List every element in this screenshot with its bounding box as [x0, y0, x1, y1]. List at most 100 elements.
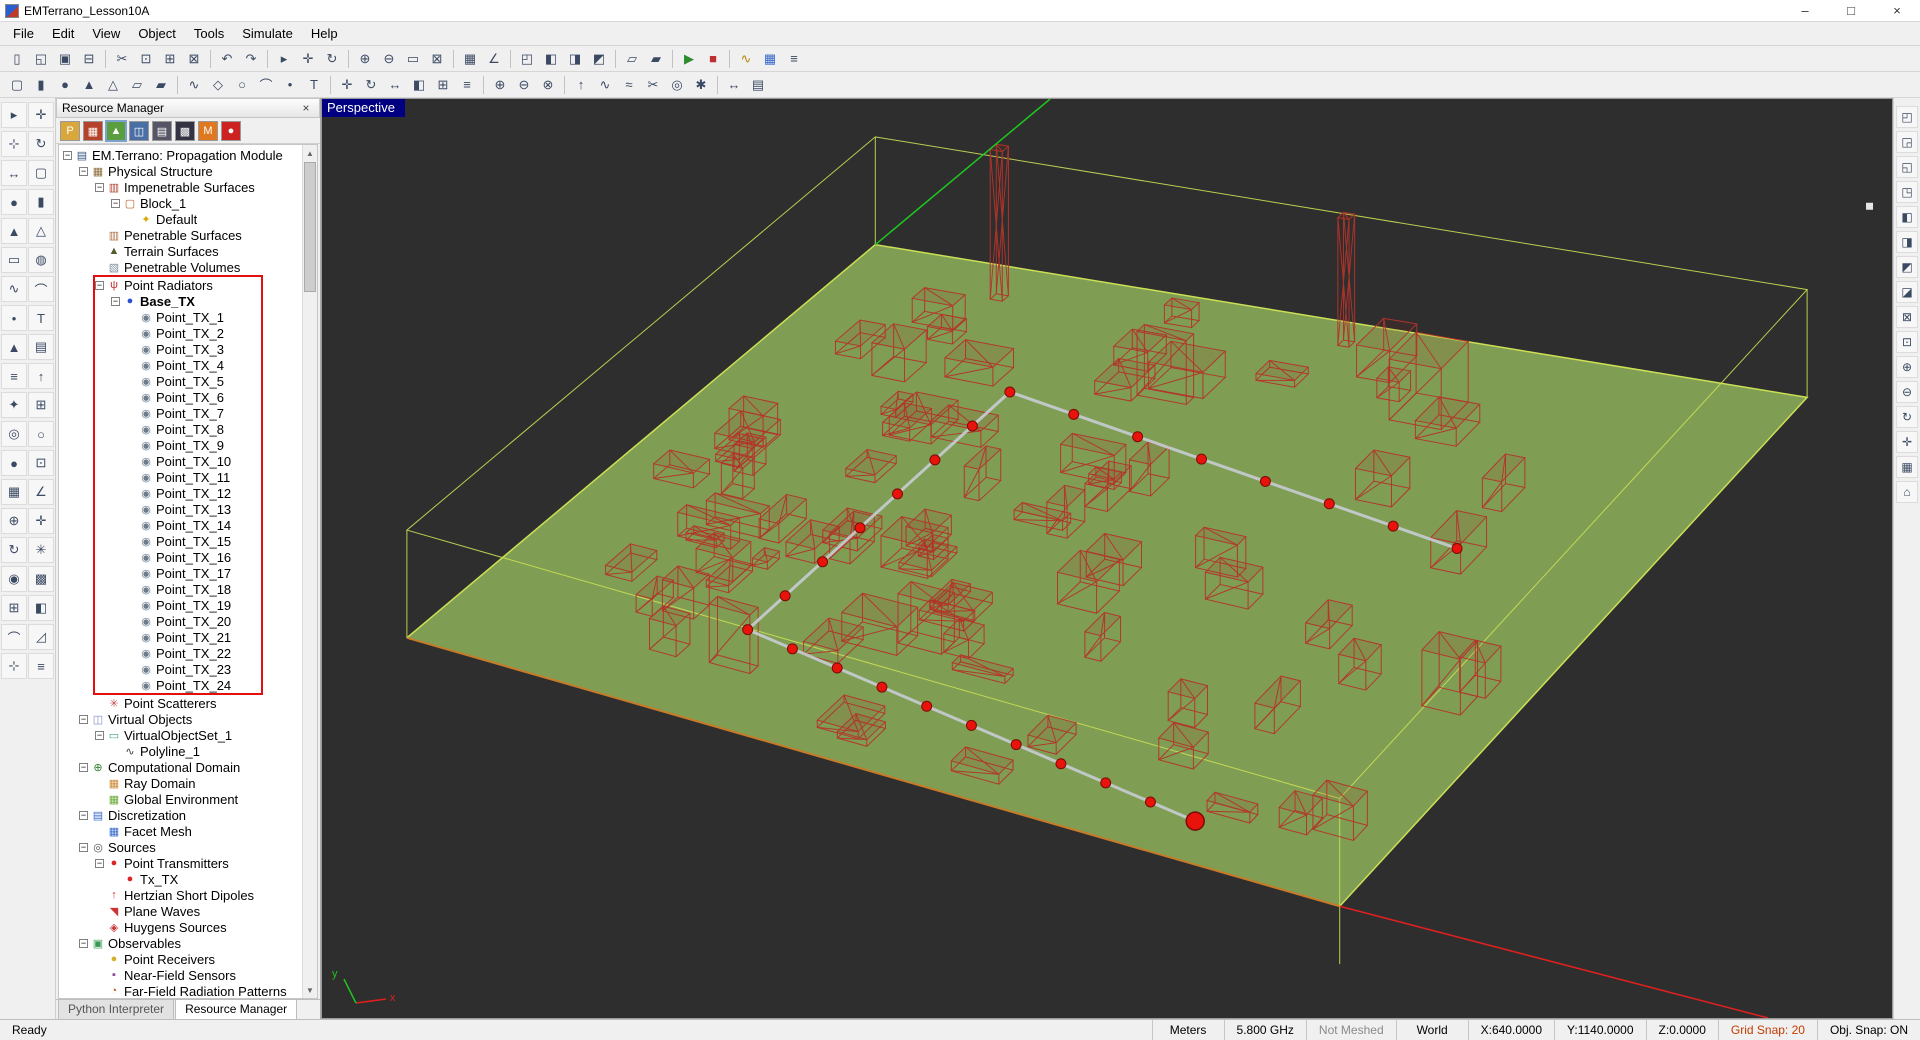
- draw-cone-button[interactable]: ▲: [78, 74, 100, 96]
- draw-pyramid-button[interactable]: △: [102, 74, 124, 96]
- extrude-button[interactable]: ↑: [570, 74, 592, 96]
- module-em-cube-cad-icon[interactable]: ▦: [83, 121, 103, 141]
- tree-node-point-tx-11[interactable]: ◉Point_TX_11: [95, 469, 261, 485]
- tree-node-tx-tx[interactable]: ●Tx_TX: [59, 871, 301, 887]
- tree-node-global-environment[interactable]: ▦Global Environment: [59, 791, 301, 807]
- tree-node-point-receivers[interactable]: ●Point Receivers: [59, 951, 301, 967]
- draw-circle-button[interactable]: ○: [231, 74, 253, 96]
- run-simulation-button[interactable]: ▶: [678, 48, 700, 70]
- tree-node-point-tx-3[interactable]: ◉Point_TX_3: [95, 341, 261, 357]
- road-tool-button[interactable]: ≡: [1, 363, 27, 389]
- expander-icon[interactable]: −: [79, 763, 88, 772]
- zoom-in-button[interactable]: ⊕: [354, 48, 376, 70]
- cylinder-tool-button[interactable]: ▮: [28, 189, 54, 215]
- view-front-button[interactable]: ◧: [540, 48, 562, 70]
- tree-node-point-tx-13[interactable]: ◉Point_TX_13: [95, 501, 261, 517]
- tree-node-point-tx-6[interactable]: ◉Point_TX_6: [95, 389, 261, 405]
- menu-object[interactable]: Object: [129, 23, 185, 44]
- expander-icon[interactable]: −: [111, 199, 120, 208]
- tree-node-point-tx-4[interactable]: ◉Point_TX_4: [95, 357, 261, 373]
- panel-close-icon[interactable]: ×: [298, 100, 314, 116]
- pan-button[interactable]: ✛: [297, 48, 319, 70]
- view-front-button[interactable]: ◧: [1896, 206, 1918, 228]
- paste-button[interactable]: ⊞: [159, 48, 181, 70]
- tree-node-point-tx-24[interactable]: ◉Point_TX_24: [95, 677, 261, 693]
- expander-icon[interactable]: −: [79, 715, 88, 724]
- view-left-button[interactable]: ◱: [1896, 156, 1918, 178]
- zoom-tool-button[interactable]: ⊕: [1, 508, 27, 534]
- scale-tool-button[interactable]: ↔: [1, 160, 27, 186]
- fillet-tool-button[interactable]: ⌒: [1, 624, 27, 650]
- new-button[interactable]: ▯: [6, 48, 28, 70]
- dipole-tool-button[interactable]: ✦: [1, 392, 27, 418]
- tree-node-penetrable-volumes[interactable]: ▧Penetrable Volumes: [59, 259, 301, 275]
- boolean-intersect-button[interactable]: ⊗: [537, 74, 559, 96]
- polyline-tool-button[interactable]: ∿: [1, 276, 27, 302]
- disc-tool-button[interactable]: ◍: [28, 247, 54, 273]
- tree-node-sources[interactable]: −◎Sources: [59, 839, 301, 855]
- grid-toggle-button[interactable]: ▦: [1896, 456, 1918, 478]
- zoom-extents-button[interactable]: ⊠: [426, 48, 448, 70]
- measure-button[interactable]: ∠: [483, 48, 505, 70]
- tree-node-point-tx-10[interactable]: ◉Point_TX_10: [95, 453, 261, 469]
- tab-python-interpreter[interactable]: Python Interpreter: [58, 999, 174, 1019]
- scroll-thumb[interactable]: [304, 162, 316, 292]
- view-back-button[interactable]: ◨: [1896, 231, 1918, 253]
- tree-node-point-tx-8[interactable]: ◉Point_TX_8: [95, 421, 261, 437]
- sweep-button[interactable]: ∿: [594, 74, 616, 96]
- open-button[interactable]: ◱: [30, 48, 52, 70]
- box-tool-button[interactable]: ▢: [28, 160, 54, 186]
- draw-box-button[interactable]: ▢: [6, 74, 28, 96]
- tree-node-default[interactable]: ✦Default: [59, 211, 301, 227]
- tree-node-point-tx-1[interactable]: ◉Point_TX_1: [95, 309, 261, 325]
- offset-button[interactable]: ◎: [666, 74, 688, 96]
- antenna-tool-button[interactable]: ↑: [28, 363, 54, 389]
- tree-node-point-scatterers[interactable]: ✳Point Scatterers: [59, 695, 301, 711]
- tree-node-point-tx-21[interactable]: ◉Point_TX_21: [95, 629, 261, 645]
- tree-node-point-transmitters[interactable]: −●Point Transmitters: [59, 855, 301, 871]
- tree-node-virtualobjectset-1[interactable]: −▭VirtualObjectSet_1: [59, 727, 301, 743]
- tree-node-plane-waves[interactable]: ◥Plane Waves: [59, 903, 301, 919]
- mirror-button[interactable]: ◧: [408, 74, 430, 96]
- tree-node-discretization[interactable]: −▤Discretization: [59, 807, 301, 823]
- expander-icon[interactable]: −: [95, 281, 104, 290]
- expander-icon[interactable]: −: [95, 731, 104, 740]
- loft-button[interactable]: ≈: [618, 74, 640, 96]
- group-tool-button[interactable]: ⊞: [1, 595, 27, 621]
- grid-button[interactable]: ▦: [459, 48, 481, 70]
- tree-node-point-radiators[interactable]: −ψPoint Radiators: [95, 277, 261, 293]
- draw-arc-button[interactable]: ⌒: [255, 74, 277, 96]
- move-tool-button[interactable]: ⊹: [1, 131, 27, 157]
- module-em-terrano-icon[interactable]: ▲: [106, 121, 126, 141]
- cut-button[interactable]: ✂: [111, 48, 133, 70]
- trim-button[interactable]: ✂: [642, 74, 664, 96]
- rotate-tool-button[interactable]: ↻: [28, 131, 54, 157]
- sphere-tool-button[interactable]: ●: [1, 189, 27, 215]
- expander-icon[interactable]: −: [79, 843, 88, 852]
- arc-tool-button[interactable]: ⌒: [28, 276, 54, 302]
- draw-prism-button[interactable]: ▰: [150, 74, 172, 96]
- view-right-button[interactable]: ◳: [1896, 181, 1918, 203]
- rotate-button[interactable]: ↻: [360, 74, 382, 96]
- tree-node-far-field-radiation-patterns[interactable]: ◔Far-Field Radiation Patterns: [59, 983, 301, 999]
- expander-icon[interactable]: −: [79, 167, 88, 176]
- menu-file[interactable]: File: [4, 23, 43, 44]
- draw-polyline-button[interactable]: ∿: [183, 74, 205, 96]
- tree-node-point-tx-22[interactable]: ◉Point_TX_22: [95, 645, 261, 661]
- wall-tool-button[interactable]: ▤: [28, 334, 54, 360]
- tree-node-point-tx-9[interactable]: ◉Point_TX_9: [95, 437, 261, 453]
- expander-icon[interactable]: −: [63, 151, 72, 160]
- home-view-button[interactable]: ⌂: [1896, 481, 1918, 503]
- mesh-tool-button[interactable]: ▦: [1, 479, 27, 505]
- tree-node-point-tx-5[interactable]: ◉Point_TX_5: [95, 373, 261, 389]
- draw-sphere-button[interactable]: ●: [54, 74, 76, 96]
- tree-node-hertzian-short-dipoles[interactable]: ↑Hertzian Short Dipoles: [59, 887, 301, 903]
- expander-icon[interactable]: −: [79, 939, 88, 948]
- mesh-view-button[interactable]: ▦: [759, 48, 781, 70]
- zoom-out-button[interactable]: ⊖: [1896, 381, 1918, 403]
- tree-node-base-tx[interactable]: −●Base_TX: [95, 293, 261, 309]
- tree-node-point-tx-19[interactable]: ◉Point_TX_19: [95, 597, 261, 613]
- tree-node-impenetrable-surfaces[interactable]: −▥Impenetrable Surfaces: [59, 179, 301, 195]
- node-edit-tool-button[interactable]: ✛: [28, 102, 54, 128]
- domain-tool-button[interactable]: ⊡: [28, 450, 54, 476]
